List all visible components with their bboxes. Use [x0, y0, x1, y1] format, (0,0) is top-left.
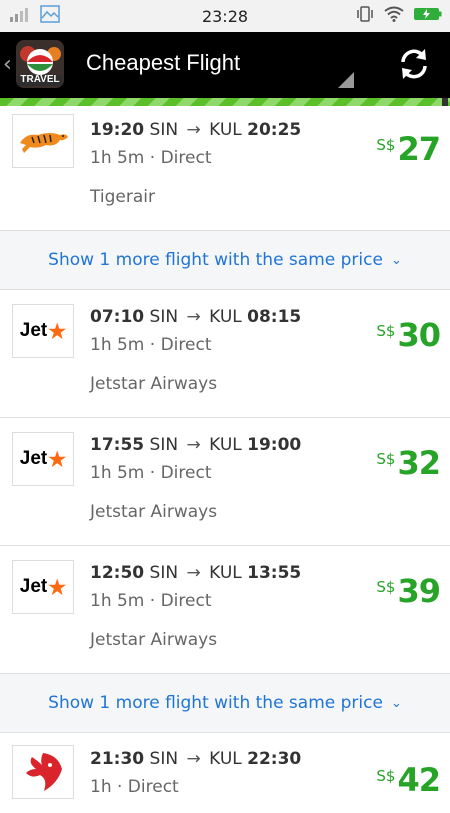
- price-currency: S$: [376, 767, 396, 785]
- origin-code: SIN: [149, 307, 179, 327]
- airline-name: Jetstar Airways: [90, 630, 218, 650]
- arrive-time: 20:25: [247, 120, 302, 140]
- airline-logo: [12, 114, 74, 168]
- show-more-label: Show 1 more flight with the same price: [48, 693, 383, 713]
- menu-corner-indicator[interactable]: [338, 72, 354, 88]
- flight-route: 12:50 SIN → KUL 13:55: [90, 563, 301, 583]
- flight-list: 19:20 SIN → KUL 20:25 1h 5m · Direct Tig…: [0, 106, 450, 813]
- app-logo[interactable]: TRAVEL: [16, 40, 64, 88]
- airline-logo: Jet ★: [12, 304, 74, 358]
- jetstar-logo-icon: Jet ★: [20, 447, 66, 472]
- depart-time: 17:55: [90, 435, 145, 455]
- jetstar-logo-icon: Jet ★: [20, 319, 66, 344]
- depart-time: 19:20: [90, 120, 145, 140]
- show-more-link[interactable]: Show 1 more flight with the same price ⌄: [0, 674, 450, 733]
- destination-code: KUL: [209, 307, 242, 327]
- flight-route: 21:30 SIN → KUL 22:30: [90, 749, 301, 769]
- app-bar: ‹ TRAVEL Cheapest Flight: [0, 32, 450, 98]
- depart-time: 07:10: [90, 307, 145, 327]
- flight-price: S$ 42: [376, 761, 441, 799]
- price-amount: 30: [397, 316, 441, 354]
- wifi-icon: [384, 6, 404, 26]
- arrive-time: 19:00: [247, 435, 302, 455]
- arrow-right-icon: →: [186, 435, 201, 455]
- show-more-label: Show 1 more flight with the same price: [48, 250, 383, 270]
- arrow-right-icon: →: [186, 120, 201, 140]
- arrive-time: 13:55: [247, 563, 302, 583]
- tigerair-logo-icon: [20, 133, 68, 153]
- refresh-icon[interactable]: [396, 46, 432, 82]
- airline-name: Jetstar Airways: [90, 502, 218, 522]
- arrive-time: 08:15: [247, 307, 302, 327]
- page-title: Cheapest Flight: [86, 50, 241, 75]
- origin-code: SIN: [149, 563, 179, 583]
- flight-price: S$ 39: [376, 572, 441, 610]
- flight-card[interactable]: 21:30 SIN → KUL 22:30 1h · Direct S$ 42: [0, 733, 450, 813]
- price-amount: 39: [397, 572, 441, 610]
- price-amount: 27: [397, 130, 441, 168]
- arrow-right-icon: →: [186, 307, 201, 327]
- vibrate-icon: [356, 5, 374, 27]
- destination-code: KUL: [209, 749, 242, 769]
- flight-price: S$ 32: [376, 444, 441, 482]
- flight-card[interactable]: Jet ★ 07:10 SIN → KUL 08:15 1h 5m · Direc…: [0, 290, 450, 418]
- airline-logo: Jet ★: [12, 432, 74, 486]
- airline-name: Tigerair: [90, 187, 155, 207]
- origin-code: SIN: [149, 120, 179, 140]
- airline-logo: Jet ★: [12, 560, 74, 614]
- flight-card[interactable]: Jet ★ 17:55 SIN → KUL 19:00 1h 5m · Direc…: [0, 418, 450, 546]
- price-currency: S$: [376, 322, 396, 340]
- flight-route: 19:20 SIN → KUL 20:25: [90, 120, 301, 140]
- price-currency: S$: [376, 450, 396, 468]
- destination-code: KUL: [209, 563, 242, 583]
- flight-duration: 1h 5m · Direct: [90, 148, 212, 168]
- price-currency: S$: [376, 578, 396, 596]
- price-amount: 32: [397, 444, 441, 482]
- flight-duration: 1h 5m · Direct: [90, 335, 212, 355]
- flight-route: 17:55 SIN → KUL 19:00: [90, 435, 301, 455]
- flight-route: 07:10 SIN → KUL 08:15: [90, 307, 301, 327]
- flight-duration: 1h 5m · Direct: [90, 591, 212, 611]
- flight-card[interactable]: 19:20 SIN → KUL 20:25 1h 5m · Direct Tig…: [0, 106, 450, 231]
- jetstar-logo-icon: Jet ★: [20, 575, 66, 600]
- star-icon: ★: [48, 320, 67, 343]
- jetstar-logo-text: Jet: [19, 448, 48, 469]
- scroll-handle[interactable]: [442, 98, 448, 106]
- jetstar-logo-text: Jet: [19, 576, 48, 597]
- jetstar-logo-text: Jet: [19, 320, 48, 341]
- loading-stripe: [0, 98, 450, 106]
- back-chevron-icon[interactable]: ‹: [3, 52, 12, 77]
- app-logo-label: TRAVEL: [20, 74, 60, 85]
- destination-code: KUL: [209, 435, 242, 455]
- star-icon: ★: [48, 448, 67, 471]
- airline-logo: [12, 745, 74, 799]
- chevron-down-icon: ⌄: [390, 252, 402, 268]
- flight-price: S$ 27: [376, 130, 441, 168]
- flight-price: S$ 30: [376, 316, 441, 354]
- show-more-link[interactable]: Show 1 more flight with the same price ⌄: [0, 231, 450, 290]
- arrive-time: 22:30: [247, 749, 302, 769]
- arrow-right-icon: →: [186, 563, 201, 583]
- origin-code: SIN: [149, 435, 179, 455]
- arrow-right-icon: →: [186, 749, 201, 769]
- flight-duration: 1h 5m · Direct: [90, 463, 212, 483]
- flight-duration: 1h · Direct: [90, 777, 179, 797]
- price-currency: S$: [376, 136, 396, 154]
- flight-card[interactable]: Jet ★ 12:50 SIN → KUL 13:55 1h 5m · Direc…: [0, 546, 450, 674]
- malindo-logo-icon: [26, 753, 62, 791]
- airline-name: Jetstar Airways: [90, 374, 218, 394]
- depart-time: 12:50: [90, 563, 145, 583]
- destination-code: KUL: [209, 120, 242, 140]
- battery-icon: [414, 6, 442, 26]
- price-amount: 42: [397, 761, 441, 799]
- depart-time: 21:30: [90, 749, 145, 769]
- chevron-down-icon: ⌄: [390, 695, 402, 711]
- status-bar: 23:28: [0, 0, 450, 32]
- star-icon: ★: [48, 576, 67, 599]
- origin-code: SIN: [149, 749, 179, 769]
